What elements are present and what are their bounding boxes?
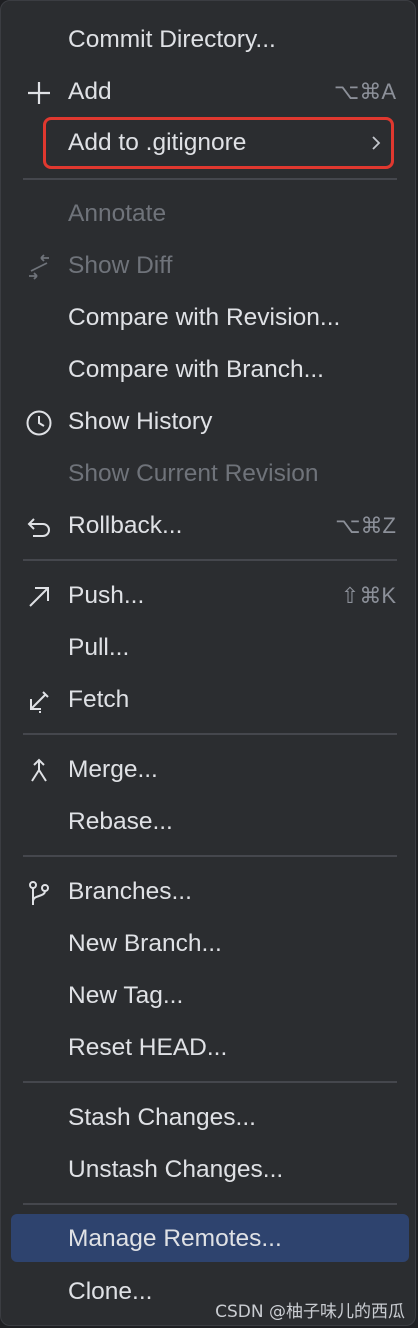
menu-item-merge[interactable]: Merge... [11, 744, 409, 796]
menu-item-add-to-gitignore[interactable]: Add to .gitignore [43, 117, 394, 169]
shortcut-label: ⌥⌘A [333, 79, 396, 104]
menu-item-label: New Tag... [68, 982, 184, 1009]
menu-item-show-current-revision[interactable]: Show Current Revision [11, 448, 409, 500]
menu-item-branches[interactable]: Branches... [11, 866, 409, 918]
menu-item-manage-remotes[interactable]: Manage Remotes... [11, 1214, 409, 1262]
menu-item-label: Unstash Changes... [68, 1156, 284, 1183]
menu-item-push[interactable]: Push... ⇧⌘K [11, 570, 409, 622]
menu-item-rollback[interactable]: Rollback... ⌥⌘Z [11, 500, 409, 552]
menu-separator [23, 178, 397, 180]
menu-item-label: Show Current Revision [68, 460, 319, 487]
menu-separator [23, 733, 397, 735]
menu-item-label: Commit Directory... [68, 26, 276, 53]
menu-item-compare-with-branch[interactable]: Compare with Branch... [11, 344, 409, 396]
menu-item-show-diff[interactable]: Show Diff [11, 240, 409, 292]
menu-item-label: Add [68, 78, 112, 105]
arrow-down-left-icon [25, 687, 53, 715]
undo-icon [25, 513, 53, 541]
menu-item-label: Reset HEAD... [68, 1034, 228, 1061]
clock-icon [25, 409, 53, 437]
plus-icon [25, 79, 53, 107]
menu-item-new-tag[interactable]: New Tag... [11, 970, 409, 1022]
menu-separator [23, 1203, 397, 1205]
watermark-text: CSDN @柚子味儿的西瓜 [215, 1302, 405, 1322]
menu-item-rebase[interactable]: Rebase... [11, 796, 409, 848]
menu-item-label: Annotate [68, 200, 167, 227]
menu-item-label: Branches... [68, 878, 192, 905]
menu-item-unstash-changes[interactable]: Unstash Changes... [11, 1144, 409, 1196]
menu-item-reset-head[interactable]: Reset HEAD... [11, 1022, 409, 1074]
menu-item-label: Rollback... [68, 512, 183, 539]
menu-item-label: Merge... [68, 756, 158, 783]
menu-item-add[interactable]: Add ⌥⌘A [11, 66, 409, 118]
menu-item-show-history[interactable]: Show History [11, 396, 409, 448]
diff-arrows-icon [25, 253, 53, 281]
chevron-right-icon [369, 133, 383, 153]
menu-separator [23, 1081, 397, 1083]
menu-item-new-branch[interactable]: New Branch... [11, 918, 409, 970]
menu-item-label: Compare with Branch... [68, 356, 324, 383]
arrow-up-right-icon [25, 583, 53, 611]
menu-item-label: Show History [68, 408, 213, 435]
vcs-context-menu: Commit Directory... Add ⌥⌘A Add to .giti… [0, 0, 416, 1326]
menu-item-commit-directory[interactable]: Commit Directory... [11, 14, 409, 66]
menu-item-label: Clone... [68, 1278, 153, 1305]
menu-item-pull[interactable]: Pull... [11, 622, 409, 674]
menu-item-annotate[interactable]: Annotate [11, 188, 409, 240]
menu-item-label: Compare with Revision... [68, 304, 341, 331]
menu-item-compare-with-revision[interactable]: Compare with Revision... [11, 292, 409, 344]
merge-icon [25, 757, 53, 785]
menu-item-label: Stash Changes... [68, 1104, 256, 1131]
menu-item-label: Pull... [68, 634, 130, 661]
menu-item-label: Fetch [68, 686, 130, 713]
shortcut-label: ⇧⌘K [340, 583, 396, 608]
menu-item-label: Show Diff [68, 252, 173, 279]
menu-item-label: New Branch... [68, 930, 222, 957]
menu-item-label: Rebase... [68, 808, 173, 835]
menu-separator [23, 855, 397, 857]
shortcut-label: ⌥⌘Z [335, 513, 396, 538]
menu-item-label: Manage Remotes... [68, 1225, 282, 1252]
menu-item-label: Add to .gitignore [68, 129, 247, 156]
menu-separator [23, 559, 397, 561]
branch-icon [25, 879, 53, 907]
menu-item-fetch[interactable]: Fetch [11, 674, 409, 726]
menu-item-stash-changes[interactable]: Stash Changes... [11, 1092, 409, 1144]
menu-item-label: Push... [68, 582, 145, 609]
